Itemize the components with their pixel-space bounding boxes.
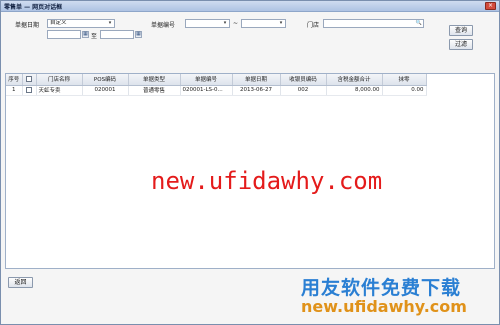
column-header[interactable]: 收银员编码 [280,74,327,86]
date-mode-value: 自定义 [50,20,67,26]
column-header[interactable]: 单据编号 [180,74,233,86]
close-icon[interactable]: × [485,2,496,10]
row-checkbox[interactable] [22,85,37,96]
checkbox-icon[interactable] [26,76,32,82]
column-header[interactable]: 单据类型 [128,74,181,86]
column-header[interactable]: 单据日期 [232,74,281,86]
filter-button[interactable]: 过滤 [449,39,473,50]
chevron-down-icon: ▾ [223,20,227,26]
url-watermark: new.ufidawhy.com [301,297,467,316]
date-label: 单据日期 [15,22,40,29]
store-search-input[interactable]: 🔍 [323,19,424,28]
window-title: 零售单 — 网页对话框 [4,4,63,11]
table-row[interactable]: 1 天虹专卖 020001 普通零售 020001-LS-0... 2013-0… [6,85,427,96]
cell-amount: 8,000.00 [326,85,383,96]
date-mode-select[interactable]: 自定义 ▾ [47,19,115,28]
column-header[interactable]: 序号 [6,74,23,86]
chevron-down-icon: ▾ [108,20,112,26]
billno-label: 单据编号 [151,22,176,29]
cell-cashier-code: 002 [280,85,327,96]
brand-watermark: 用友软件免费下载 [301,277,462,299]
billno-to-select[interactable]: ▾ [241,19,286,28]
back-button[interactable]: 返回 [8,277,33,288]
table-header-row: 序号 门店名称 POS编码 单据类型 单据编号 单据日期 收银员编码 含税金额合… [6,74,427,86]
cell-bill-number: 020001-LS-0... [180,85,233,96]
title-bar: 零售单 — 网页对话框 × [1,1,499,12]
billno-from-select[interactable]: ▾ [185,19,230,28]
column-header[interactable]: 门店名称 [36,74,83,86]
search-icon[interactable]: 🔍 [415,20,423,27]
column-header[interactable]: 含税金额合计 [326,74,383,86]
date-to-field[interactable] [100,30,134,39]
center-watermark: new.ufidawhy.com [151,167,383,195]
cell-store-name: 天虹专卖 [36,85,83,96]
column-header[interactable]: POS编码 [82,74,129,86]
column-header[interactable]: 抹零 [382,74,427,86]
dialog-window: 零售单 — 网页对话框 × 单据日期 自定义 ▾ ▦ 至 ▦ 单据编号 ▾ ~ … [0,0,500,325]
cell-bill-type: 普通零售 [128,85,181,96]
result-table: 序号 门店名称 POS编码 单据类型 单据编号 单据日期 收银员编码 含税金额合… [6,74,427,96]
calendar-icon[interactable]: ▦ [82,31,89,38]
cell-bill-date: 2013-06-27 [232,85,281,96]
cell-pos-code: 020001 [82,85,129,96]
date-to-label: 至 [91,33,98,40]
query-button[interactable]: 查询 [449,25,473,36]
store-label: 门店 [307,22,320,29]
chevron-down-icon: ▾ [279,20,283,26]
select-all-checkbox[interactable] [22,74,37,86]
row-number: 1 [6,85,23,96]
billno-separator: ~ [233,20,239,27]
calendar-icon[interactable]: ▦ [135,31,142,38]
cell-rounding: 0.00 [382,85,427,96]
checkbox-icon[interactable] [26,86,32,93]
date-from-field[interactable] [47,30,81,39]
